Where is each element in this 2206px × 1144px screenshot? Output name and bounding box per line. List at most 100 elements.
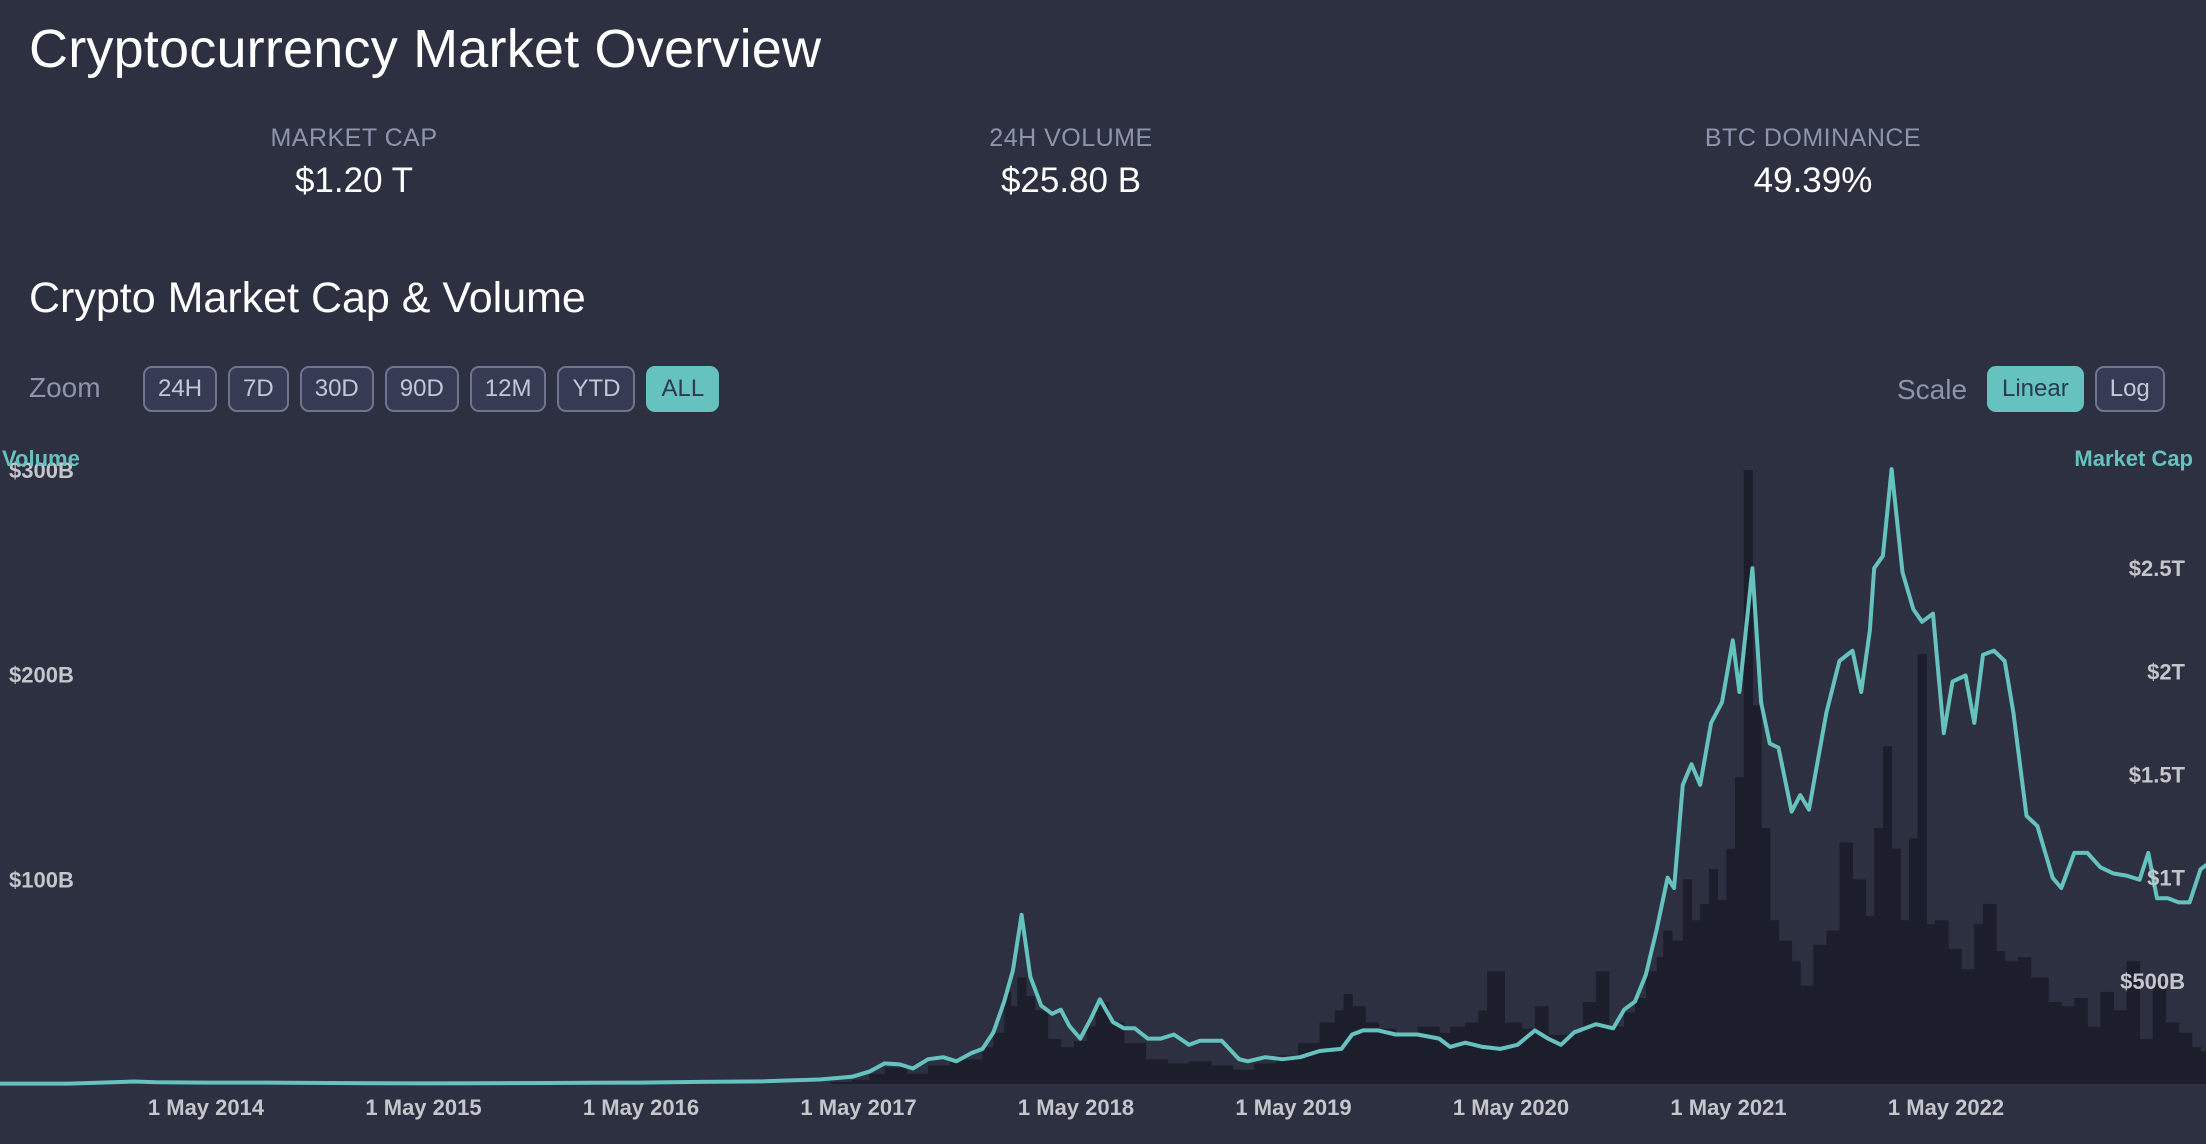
market-chart[interactable]: $100B$200B$300B $500B$1T$1.5T$2T$2.5T 1 … — [0, 0, 2206, 1144]
volume-bar — [1352, 1006, 1366, 1084]
volume-tick-label: $200B — [9, 663, 74, 688]
x-tick-label: 1 May 2019 — [1235, 1095, 1351, 1120]
volume-bar — [1726, 848, 1736, 1084]
volume-bar — [1682, 879, 1693, 1084]
volume-bar — [1839, 842, 1853, 1084]
volume-bar — [1534, 1006, 1549, 1084]
x-tick-label: 1 May 2014 — [148, 1095, 265, 1120]
volume-bar — [1004, 991, 1012, 1084]
volume-bar — [1624, 1012, 1636, 1084]
volume-bar — [1378, 1028, 1397, 1084]
market-cap-tick-label: $1.5T — [2129, 763, 2186, 788]
x-tick-label: 1 May 2022 — [1888, 1095, 2004, 1120]
x-tick-label: 1 May 2018 — [1018, 1095, 1134, 1120]
volume-bar — [949, 1059, 973, 1084]
volume-bar — [1900, 920, 1910, 1084]
volume-bar — [1874, 828, 1884, 1084]
volume-bar — [851, 1079, 870, 1084]
market-cap-axis: $500B $1T $1.5T $2T $2.5T — [2120, 556, 2185, 994]
volume-bar — [1487, 971, 1505, 1084]
volume-bar — [1909, 838, 1919, 1084]
volume-bar — [2152, 981, 2167, 1084]
volume-bar — [1717, 899, 1727, 1084]
market-cap-tick-label: $1T — [2147, 866, 2185, 891]
volume-bar — [1025, 995, 1036, 1084]
volume-bar — [993, 1032, 1005, 1084]
volume-bar — [1778, 940, 1793, 1084]
volume-tick-label: $100B — [9, 867, 74, 892]
x-tick-label: 1 May 2017 — [800, 1095, 916, 1120]
volume-bar — [2030, 977, 2049, 1084]
x-axis: 1 May 2014 1 May 2015 1 May 2016 1 May 2017… — [148, 1095, 2004, 1120]
volume-bar — [1047, 1038, 1062, 1084]
volume-bar — [1663, 930, 1673, 1084]
volume-bar — [2017, 957, 2032, 1084]
volume-bar — [1086, 1026, 1097, 1084]
volume-bar — [1700, 903, 1710, 1084]
volume-bar — [1891, 848, 1901, 1084]
volume-bar — [1982, 903, 1997, 1084]
volume-bar — [2061, 1006, 2075, 1084]
volume-bar — [1504, 1022, 1523, 1084]
volume-bar — [1465, 1022, 1479, 1084]
volume-bar — [1123, 1043, 1147, 1084]
x-tick-label: 1 May 2015 — [365, 1095, 481, 1120]
volume-bar — [1800, 985, 1814, 1084]
volume-bar — [1865, 916, 1875, 1084]
volume-bar — [2165, 1022, 2180, 1084]
volume-bar — [1882, 746, 1893, 1084]
volume-bar — [1450, 1026, 1466, 1084]
volume-bar — [2074, 998, 2088, 1084]
volume-bar — [1813, 944, 1827, 1084]
volume-bar — [2113, 1010, 2128, 1084]
volume-bar — [1708, 869, 1719, 1084]
volume-bar — [1569, 1032, 1584, 1084]
volume-bar — [830, 1081, 853, 1084]
volume-bar — [1671, 940, 1684, 1084]
volume-bar — [1395, 1032, 1418, 1084]
volume-bar — [1645, 971, 1658, 1084]
volume-bar — [1254, 1063, 1277, 1084]
volume-bar — [1034, 1010, 1049, 1084]
volume-bar — [1917, 654, 1927, 1084]
volume-bar — [2191, 1047, 2201, 1084]
volume-bar — [1691, 920, 1701, 1084]
x-tick-label: 1 May 2020 — [1453, 1095, 1569, 1120]
volume-bar — [2100, 991, 2114, 1084]
volume-bar — [1634, 998, 1647, 1084]
volume-bar — [1297, 1043, 1321, 1084]
volume-bar — [2048, 1002, 2062, 1084]
volume-bar — [1791, 961, 1801, 1084]
volume-bar — [2200, 1051, 2206, 1084]
market-cap-tick-label: $500B — [2120, 969, 2185, 994]
volume-bar — [1961, 969, 1975, 1084]
volume-bar — [2087, 1026, 2101, 1084]
volume-bar — [869, 1073, 886, 1084]
volume-bar — [1974, 924, 1984, 1084]
volume-bar — [2139, 1038, 2154, 1084]
volume-bar — [1852, 879, 1867, 1084]
volume-bar — [1108, 1022, 1125, 1084]
volume-bar — [1167, 1063, 1190, 1084]
volume-bar — [1145, 1059, 1168, 1084]
volume-bar — [1319, 1022, 1336, 1084]
volume-bar — [1189, 1061, 1212, 1084]
volume-bar — [884, 1067, 907, 1084]
x-tick-label: 1 May 2021 — [1670, 1095, 1786, 1120]
volume-axis: $100B$200B$300B — [9, 458, 74, 892]
volume-bar — [1210, 1065, 1234, 1084]
volume-bar — [1948, 948, 1962, 1084]
volume-bar — [1073, 1041, 1088, 1084]
volume-bar — [928, 1065, 951, 1084]
volume-bar — [906, 1073, 929, 1084]
market-cap-tick-label: $2.5T — [2129, 556, 2186, 581]
volume-bar — [971, 1059, 983, 1084]
x-tick-label: 1 May 2016 — [583, 1095, 699, 1120]
volume-bar — [1935, 920, 1949, 1084]
volume-bar — [1608, 1026, 1625, 1084]
volume-bar — [1060, 1047, 1075, 1084]
volume-bar — [1656, 957, 1664, 1084]
volume-bar — [1743, 470, 1753, 1084]
market-cap-tick-label: $2T — [2147, 659, 2185, 684]
volume-bar — [1926, 924, 1936, 1084]
